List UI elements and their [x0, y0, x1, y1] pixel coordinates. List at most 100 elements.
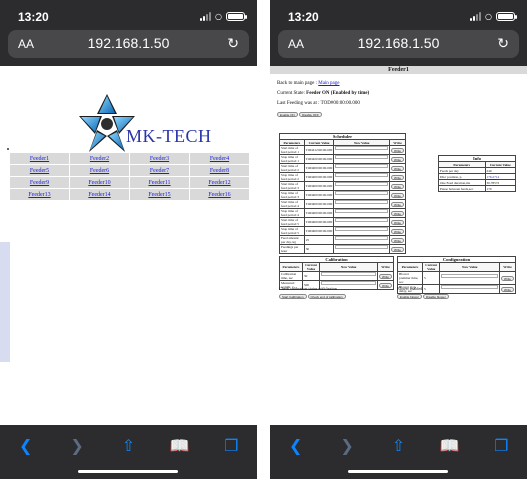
column-header: Current Value	[421, 262, 441, 272]
feeder-link[interactable]: Feeder15	[148, 192, 170, 198]
new-value-input[interactable]	[335, 164, 389, 169]
feeder-link[interactable]: Feeder6	[90, 168, 109, 174]
status-icons: ○	[200, 12, 247, 21]
feeder-link[interactable]: Feeder13	[28, 192, 50, 198]
reload-icon[interactable]: ↻	[227, 35, 239, 52]
write-button[interactable]: Write	[391, 156, 404, 162]
write-button[interactable]: Write	[391, 210, 404, 216]
table-row: Pause between feeds,sec 170	[438, 185, 516, 192]
back-text: Back to main page :	[277, 81, 317, 86]
feeder-link[interactable]: Feeder1	[30, 156, 49, 162]
write-button[interactable]: Write	[379, 282, 392, 288]
write-button[interactable]: Write	[501, 286, 514, 292]
tabs-icon[interactable]: ❐	[490, 437, 512, 455]
phone-left: 13:20 ○ AA 192.168.1.50 ↻ MK-TECH Feeder…	[0, 0, 257, 479]
forward-arrow-icon[interactable]: ❯	[66, 437, 88, 455]
check-calibration-button[interactable]: Check end of calibration	[307, 293, 346, 299]
feeder-link[interactable]: Feeder9	[30, 180, 49, 186]
share-icon[interactable]: ⇧	[117, 437, 139, 455]
browser-navigation: ❮ ❯ ⇧ 📖 ❐	[0, 437, 257, 455]
write-button[interactable]: Write	[391, 192, 404, 198]
new-value-input[interactable]	[321, 272, 377, 277]
tabs-icon[interactable]: ❐	[220, 437, 242, 455]
feeder-link[interactable]: Feeder10	[88, 180, 110, 186]
address-bar[interactable]: AA 192.168.1.50 ↻	[8, 30, 249, 58]
bookmarks-icon[interactable]: 📖	[439, 437, 461, 455]
param-label: Stop time of feed period 1	[279, 154, 305, 164]
table-row: Stop time of feed period 4 TOD#00:00:00.…	[279, 208, 406, 218]
state-label: Current State:	[277, 91, 305, 96]
new-value-input[interactable]	[335, 209, 389, 214]
current-value: TOD#00:00:00.000	[303, 172, 335, 182]
current-value: TOD#00:00:00.000	[303, 217, 335, 227]
feeder-link[interactable]: Feeder2	[90, 156, 109, 162]
write-button[interactable]: Write	[391, 219, 404, 225]
feeder-link[interactable]: Feeder3	[150, 156, 169, 162]
new-value-input[interactable]	[335, 182, 389, 187]
table-row: Start time of feed period 5 TOD#00:00:00…	[279, 217, 406, 227]
feeder-link[interactable]: Feeder4	[210, 156, 229, 162]
new-value-input[interactable]	[321, 281, 377, 286]
write-button[interactable]: Write	[391, 246, 404, 252]
share-icon[interactable]: ⇧	[387, 437, 409, 455]
new-value-input[interactable]	[335, 245, 389, 250]
new-value-input[interactable]	[335, 200, 389, 205]
feeder-link[interactable]: Feeder7	[150, 168, 169, 174]
home-indicator	[78, 470, 178, 473]
bookmarks-icon[interactable]: 📖	[169, 437, 191, 455]
write-button[interactable]: Write	[391, 183, 404, 189]
feeder-link[interactable]: Feeder8	[210, 168, 229, 174]
param-label: Start time of feed period 5	[279, 217, 305, 227]
back-arrow-icon[interactable]: ❮	[15, 437, 37, 455]
feeder-link[interactable]: Feeder11	[148, 180, 170, 186]
new-value-input[interactable]	[441, 285, 499, 290]
write-button[interactable]: Write	[391, 237, 404, 243]
new-value-input[interactable]	[335, 146, 389, 151]
page-title: Feeder1	[270, 66, 527, 74]
current-value: 5	[421, 271, 441, 285]
feeder-link[interactable]: Feeder16	[208, 192, 230, 198]
current-value: 30	[303, 244, 335, 254]
write-button[interactable]: Write	[379, 273, 392, 279]
address-bar[interactable]: AA 192.168.1.50 ↻	[278, 30, 519, 58]
table-row: Start time of feed period 4 TOD#00:00:00…	[279, 199, 406, 209]
param-label: Start time of feed period 3	[279, 181, 305, 191]
write-button[interactable]: Write	[391, 228, 404, 234]
disable-off-button[interactable]: Disable OFF	[298, 112, 322, 117]
signal-icon	[200, 12, 212, 21]
table-row: Start time of feed period 2 TOD#00:00:00…	[279, 163, 406, 173]
new-value-input[interactable]	[335, 227, 389, 232]
disable-blower-button[interactable]: Disable blower	[423, 293, 449, 299]
write-button[interactable]: Write	[501, 275, 514, 281]
write-button[interactable]: Write	[391, 201, 404, 207]
enable-on-button[interactable]: Enable ON	[277, 112, 298, 117]
browser-bottom-bar: ❮ ❯ ⇧ 📖 ❐	[0, 425, 257, 479]
back-arrow-icon[interactable]: ❮	[285, 437, 307, 455]
feeder-link[interactable]: Feeder14	[88, 192, 110, 198]
info-value: 170	[484, 185, 516, 192]
feeder-link[interactable]: Feeder5	[30, 168, 49, 174]
enable-blower-button[interactable]: Enable blower	[397, 293, 423, 299]
brand-title: MK-TECH	[126, 126, 212, 146]
main-page-link[interactable]: Main page	[318, 81, 339, 86]
write-button[interactable]: Write	[391, 165, 404, 171]
new-value-input[interactable]	[335, 173, 389, 178]
reload-icon[interactable]: ↻	[497, 35, 509, 52]
forward-arrow-icon[interactable]: ❯	[336, 437, 358, 455]
new-value-input[interactable]	[335, 236, 389, 241]
new-value-input[interactable]	[441, 274, 499, 279]
current-value: TOD#00:00:00.000	[303, 208, 335, 218]
new-value-input[interactable]	[335, 191, 389, 196]
table-row: Feeder13 Feeder14 Feeder15 Feeder16	[9, 188, 250, 201]
right-page-content: Feeder1 Back to main page : Main page Cu…	[270, 66, 527, 425]
start-calibration-button[interactable]: Start Calibration	[279, 293, 307, 299]
table-row: Start time of feed period 1 TOD#12:00:00…	[279, 145, 406, 155]
back-line: Back to main page : Main page	[277, 81, 340, 86]
new-value-input[interactable]	[335, 218, 389, 223]
write-button[interactable]: Write	[391, 174, 404, 180]
new-value-input[interactable]	[335, 155, 389, 160]
url-text: 192.168.1.50	[357, 35, 440, 51]
param-label: Feed amount per day, kg	[279, 235, 305, 245]
feeder-link[interactable]: Feeder12	[208, 180, 230, 186]
write-button[interactable]: Write	[391, 147, 404, 153]
